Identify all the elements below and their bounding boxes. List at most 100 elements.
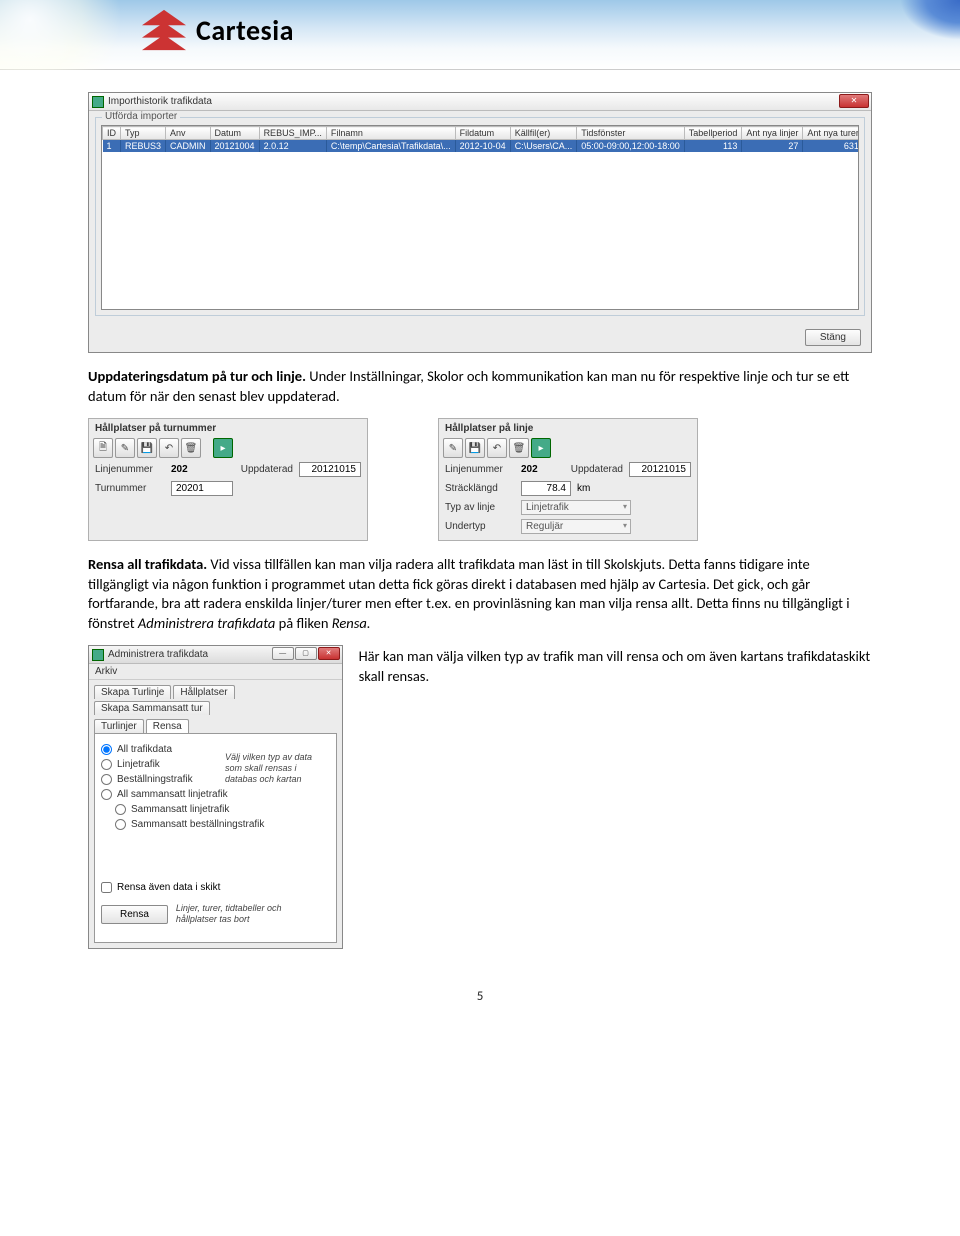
paragraph-rensa: Rensa all trafikdata. Vid vissa tillfäll…	[88, 555, 872, 633]
edit-icon[interactable]: ✎	[443, 438, 463, 458]
undo-icon[interactable]: ↶	[487, 438, 507, 458]
logo-text: Cartesia	[196, 13, 294, 48]
radio-sammansatt-bestallning[interactable]	[115, 819, 126, 830]
panel-stops-tour: Hållplatser på turnummer 🗎 ✎ 💾 ↶ 🗑 ▸ Lin…	[88, 418, 368, 541]
menu-arkiv[interactable]: Arkiv	[95, 666, 117, 677]
delete-icon[interactable]: 🗑	[181, 438, 201, 458]
help-bottom: Linjer, turer, tidtabeller och hållplats…	[176, 903, 296, 925]
col-header[interactable]: Ant nya linjer	[742, 127, 803, 140]
map-icon[interactable]: ▸	[213, 438, 233, 458]
col-header[interactable]: Tabellperiod	[684, 127, 742, 140]
select-typ[interactable]: Linjetrafik	[521, 500, 631, 515]
cell: 113	[684, 140, 742, 153]
logo: Cartesia	[140, 8, 294, 52]
header-accent	[900, 0, 960, 40]
close-button[interactable]: Stäng	[805, 329, 861, 346]
tab-body-rensa: All trafikdata Linjetrafik Beställningst…	[94, 733, 337, 943]
app-icon	[92, 96, 104, 108]
map-icon[interactable]: ▸	[531, 438, 551, 458]
toolbar: ✎ 💾 ↶ 🗑 ▸	[439, 436, 697, 460]
tab-skapa-turlinje[interactable]: Skapa Turlinje	[94, 685, 171, 699]
radio-label: All trafikdata	[117, 744, 172, 755]
col-header[interactable]: Anv	[166, 127, 211, 140]
radio-bestallning[interactable]	[101, 774, 112, 785]
radio-label: Linjetrafik	[117, 759, 160, 770]
window-footer: Stäng	[89, 322, 871, 352]
paragraph-update-date: Uppdateringsdatum på tur och linje. Unde…	[88, 367, 872, 406]
label-uppdaterad: Uppdaterad	[571, 464, 623, 475]
close-icon[interactable]: ✕	[318, 647, 340, 660]
value-linjenummer: 202	[171, 464, 188, 475]
input-turnummer[interactable]: 20201	[171, 481, 233, 496]
col-header[interactable]: Datum	[210, 127, 259, 140]
page-number: 5	[88, 989, 872, 1004]
label-typ: Typ av linje	[445, 502, 515, 513]
new-icon[interactable]: 🗎	[93, 438, 113, 458]
para-italic: Administrera trafikdata	[138, 614, 275, 632]
titlebar-admin: Administrera trafikdata — ▢ ✕	[89, 646, 342, 664]
window-title: Administrera trafikdata	[108, 649, 208, 660]
close-icon[interactable]: ✕	[839, 94, 869, 108]
cell: 631	[803, 140, 859, 153]
tab-hallplatser[interactable]: Hållplatser	[173, 685, 234, 699]
save-icon[interactable]: 💾	[465, 438, 485, 458]
imports-grid[interactable]: ID Typ Anv Datum REBUS_IMP... Filnamn Fi…	[101, 125, 859, 310]
col-header[interactable]: Typ	[121, 127, 166, 140]
cell: 05:00-09:00,12:00-18:00	[577, 140, 685, 153]
col-header[interactable]: Tidsfönster	[577, 127, 685, 140]
tab-rensa[interactable]: Rensa	[146, 719, 189, 733]
undo-icon[interactable]: ↶	[159, 438, 179, 458]
input-strack[interactable]: 78.4	[521, 481, 571, 496]
col-header[interactable]: Källfil(er)	[510, 127, 577, 140]
radio-linjetrafik[interactable]	[101, 759, 112, 770]
maximize-icon[interactable]: ▢	[295, 647, 317, 660]
edit-icon[interactable]: ✎	[115, 438, 135, 458]
radio-sammansatt-linje[interactable]	[115, 804, 126, 815]
col-header[interactable]: REBUS_IMP...	[259, 127, 326, 140]
minimize-icon[interactable]: —	[272, 647, 294, 660]
side-paragraph: Här kan man välja vilken typ av trafik m…	[359, 645, 872, 686]
cell: 2012-10-04	[455, 140, 510, 153]
para-heading: Uppdateringsdatum på tur och linje.	[88, 367, 306, 385]
select-undertyp[interactable]: Reguljär	[521, 519, 631, 534]
col-header[interactable]: ID	[103, 127, 121, 140]
cell: REBUS3	[121, 140, 166, 153]
tab-strip-2: Turlinjer Rensa	[89, 714, 342, 733]
rensa-button[interactable]: Rensa	[101, 905, 168, 924]
panel-title: Hållplatser på turnummer	[89, 419, 367, 436]
radio-all-trafikdata[interactable]	[101, 744, 112, 755]
radio-label: Sammansatt beställningstrafik	[131, 819, 264, 830]
checkbox-rensa-skikt[interactable]	[101, 882, 112, 893]
checkbox-label: Rensa även data i skikt	[117, 882, 220, 893]
grid-row[interactable]: 1 REBUS3 CADMIN 20121004 2.0.12 C:\temp\…	[103, 140, 860, 153]
grid-header-row: ID Typ Anv Datum REBUS_IMP... Filnamn Fi…	[103, 127, 860, 140]
window-admin-trafikdata: Administrera trafikdata — ▢ ✕ Arkiv Skap…	[88, 645, 343, 949]
cell: C:\temp\Cartesia\Trafikdata\...	[326, 140, 455, 153]
cell: 1	[103, 140, 121, 153]
para-text: på fliken	[275, 614, 331, 632]
tab-turlinjer[interactable]: Turlinjer	[94, 719, 144, 733]
para-italic: Rensa.	[332, 614, 371, 632]
value-linjenummer: 202	[521, 464, 538, 475]
col-header[interactable]: Fildatum	[455, 127, 510, 140]
label-linjenummer: Linjenummer	[445, 464, 515, 475]
cell: CADMIN	[166, 140, 211, 153]
radio-label: Sammansatt linjetrafik	[131, 804, 229, 815]
help-text: Välj vilken typ av data som skall rensas…	[225, 752, 325, 784]
radio-label: All sammansatt linjetrafik	[117, 789, 228, 800]
col-header[interactable]: Ant nya turer	[803, 127, 859, 140]
label-strack: Sträcklängd	[445, 483, 515, 494]
input-uppdaterad[interactable]: 20121015	[629, 462, 691, 477]
para-heading: Rensa all trafikdata.	[88, 555, 207, 573]
groupbox-imports: Utförda importer ID Typ Anv Datum REBUS_…	[95, 117, 865, 316]
delete-icon[interactable]: 🗑	[509, 438, 529, 458]
window-controls: — ▢ ✕	[272, 647, 340, 660]
radio-all-sammansatt[interactable]	[101, 789, 112, 800]
panel-stops-line: Hållplatser på linje ✎ 💾 ↶ 🗑 ▸ Linjenumm…	[438, 418, 698, 541]
col-header[interactable]: Filnamn	[326, 127, 455, 140]
header-glow	[0, 0, 150, 70]
input-uppdaterad[interactable]: 20121015	[299, 462, 361, 477]
save-icon[interactable]: 💾	[137, 438, 157, 458]
tab-skapa-sammansatt[interactable]: Skapa Sammansatt tur	[94, 701, 210, 715]
logo-icon	[140, 8, 188, 52]
